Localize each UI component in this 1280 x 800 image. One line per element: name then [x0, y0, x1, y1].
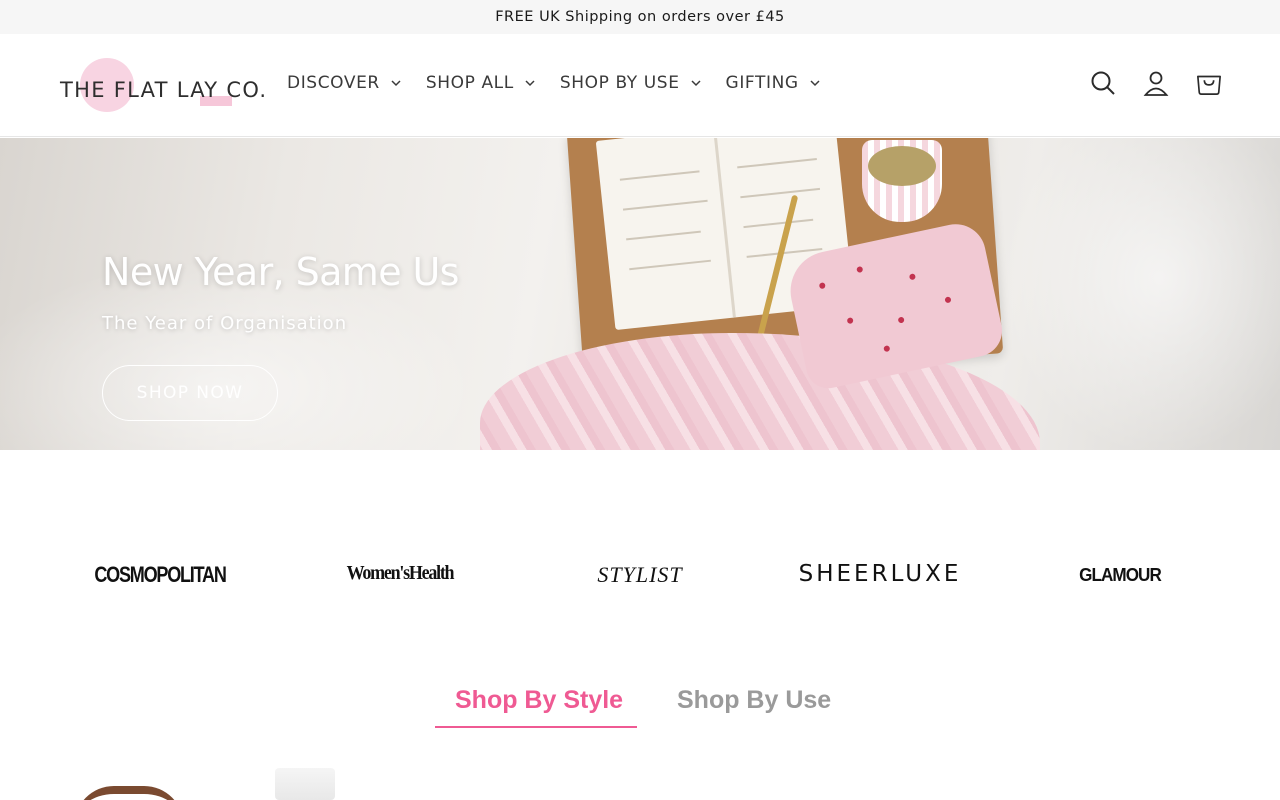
nav-item-gifting[interactable]: GIFTING: [726, 73, 821, 93]
hero-subtitle: The Year of Organisation: [102, 313, 348, 334]
account-icon: [1143, 71, 1169, 96]
search-icon: [1091, 71, 1115, 95]
nav-item-label: DISCOVER: [287, 73, 380, 93]
nav-item-shop-all[interactable]: SHOP ALL: [426, 73, 536, 93]
chevron-down-icon: [391, 80, 401, 87]
hero-title: New Year, Same Us: [102, 250, 459, 294]
press-logo-womens-health: Women'sHealth: [346, 562, 455, 584]
nav-item-shop-by-use[interactable]: SHOP BY USE: [560, 73, 702, 93]
nav-item-label: SHOP BY USE: [559, 73, 680, 93]
cart-icon: [1197, 75, 1221, 95]
nav-item-discover[interactable]: DISCOVER: [287, 73, 402, 93]
announcement-bar: FREE UK Shipping on orders over £45: [0, 0, 1280, 34]
press-logo-stylist: STYLIST: [597, 562, 683, 587]
site-header: THE FLAT LAY CO. DISCOVER SHOP ALL SHOP …: [0, 34, 1280, 137]
shop-now-button[interactable]: SHOP NOW: [102, 365, 278, 421]
search-button[interactable]: [1090, 68, 1116, 98]
tab-shop-by-style[interactable]: Shop By Style: [455, 686, 623, 715]
account-button[interactable]: [1143, 68, 1169, 98]
tab-shop-by-use[interactable]: Shop By Use: [677, 686, 831, 715]
hero-background-highlight: [1000, 138, 1280, 450]
press-logos: COSMOPOLITAN Women'sHealth STYLIST SHEER…: [0, 450, 1280, 700]
product-image[interactable]: [275, 768, 335, 800]
logo[interactable]: THE FLAT LAY CO.: [58, 58, 266, 114]
cart-button[interactable]: [1196, 68, 1222, 98]
hero-image-mug: [862, 140, 942, 222]
announcement-text: FREE UK Shipping on orders over £45: [495, 9, 785, 25]
collection-tabs: Shop By Style Shop By Use: [0, 680, 1280, 730]
logo-text: THE FLAT LAY CO.: [60, 78, 268, 102]
chevron-down-icon: [810, 80, 820, 87]
header-icons: [1090, 68, 1222, 98]
main-nav: DISCOVER SHOP ALL SHOP BY USE GIFTING: [287, 73, 845, 93]
nav-item-label: SHOP ALL: [425, 73, 514, 93]
press-logo-glamour: GLAMOUR: [1079, 565, 1162, 585]
press-logo-sheerluxe: SHEERLUXE: [798, 561, 962, 587]
active-tab-underline: [435, 726, 637, 728]
chevron-down-icon: [525, 80, 535, 87]
product-image[interactable]: [74, 786, 184, 800]
nav-item-label: GIFTING: [725, 73, 799, 93]
chevron-down-icon: [691, 80, 701, 87]
press-logo-cosmopolitan: COSMOPOLITAN: [94, 562, 226, 587]
